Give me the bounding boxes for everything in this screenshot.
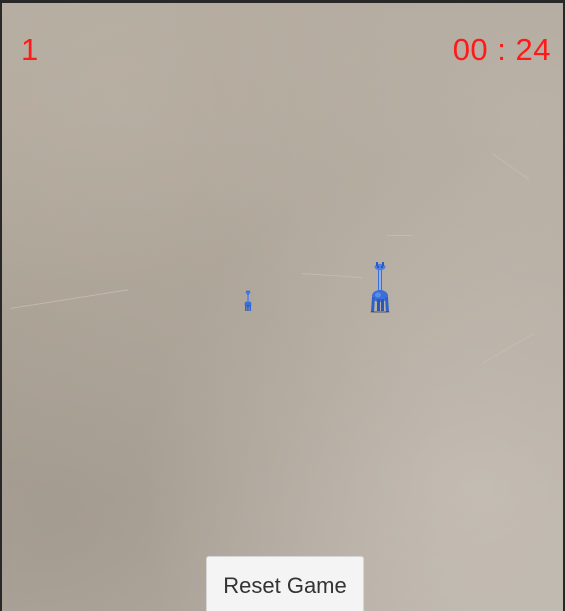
- wall-crack: [481, 333, 535, 364]
- reset-game-button[interactable]: Reset Game: [206, 556, 364, 611]
- giraffe-figure-large[interactable]: [367, 261, 393, 313]
- wall-crack: [9, 289, 129, 309]
- wall-crack: [491, 153, 530, 180]
- game-viewport[interactable]: 1 00 : 24 Reset Game: [0, 0, 565, 611]
- score-counter: 1: [21, 32, 39, 67]
- wall-crack: [387, 235, 412, 236]
- countdown-timer: 00 : 24: [452, 32, 551, 67]
- camera-background: [2, 3, 563, 611]
- giraffe-figure-small[interactable]: [241, 290, 255, 312]
- wall-crack: [301, 273, 362, 279]
